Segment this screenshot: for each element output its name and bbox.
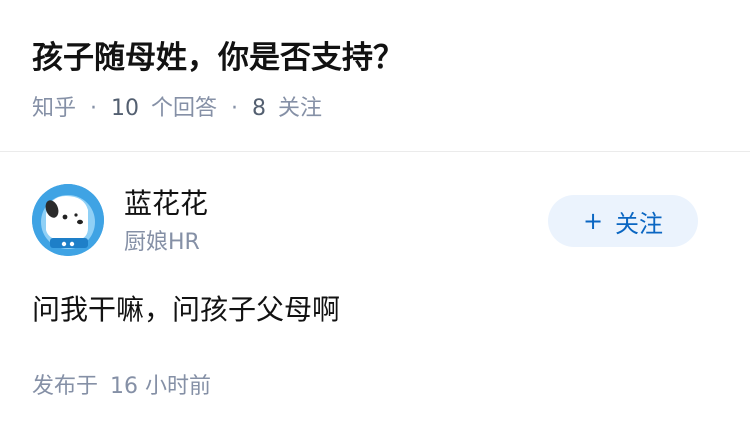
plus-icon: + <box>582 207 604 235</box>
zhihu-answer-card: 孩子随母姓，你是否支持？ 知乎 · 10 个回答 · 8 关注 蓝花花 厨娘HR <box>0 0 750 438</box>
answer-content[interactable]: 问我干嘛，问孩子父母啊 <box>32 290 340 330</box>
dog-mascot-avatar-icon <box>32 184 104 256</box>
follower-count-label: 关注 <box>278 96 323 121</box>
meta-separator: · <box>90 96 98 121</box>
answer-count: 10 <box>111 96 140 121</box>
follower-count: 8 <box>252 96 267 121</box>
question-title[interactable]: 孩子随母姓，你是否支持？ <box>32 36 404 80</box>
answer-count-label: 个回答 <box>151 96 218 121</box>
section-divider <box>0 151 750 152</box>
author-name[interactable]: 蓝花花 <box>124 184 208 224</box>
follow-button[interactable]: + 关注 <box>548 195 698 247</box>
meta-separator: · <box>231 96 239 121</box>
author-avatar[interactable] <box>32 184 104 256</box>
follow-button-label: 关注 <box>615 209 664 238</box>
question-meta: 知乎 · 10 个回答 · 8 关注 <box>32 92 322 126</box>
answer-meta: 发布于 16 小时前 <box>32 370 211 404</box>
source-label: 知乎 <box>32 96 77 121</box>
author-headline: 厨娘HR <box>124 230 200 255</box>
published-time: 16 小时前 <box>110 374 212 399</box>
published-label: 发布于 <box>32 374 99 399</box>
